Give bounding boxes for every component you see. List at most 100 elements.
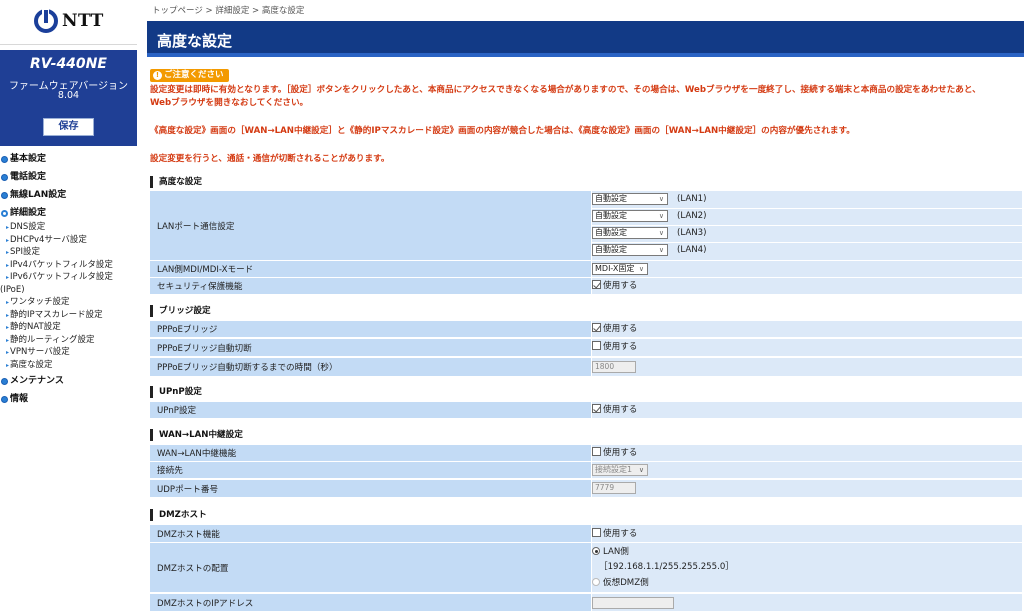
- nav-sub-label: IPv6パケットフィルタ設定: [10, 272, 113, 282]
- select-value: 自動設定: [595, 194, 627, 203]
- checkbox-icon: [592, 341, 601, 350]
- checkbox-label: 使用する: [603, 324, 638, 334]
- checkbox-label: 使用する: [603, 281, 638, 291]
- nav-dhcpv4[interactable]: ▸ DHCPv4サーバ設定: [0, 234, 137, 247]
- nav-ipv4-filter[interactable]: ▸ IPv4パケットフィルタ設定: [0, 259, 137, 272]
- nav-one-touch[interactable]: ▸ ワンタッチ設定: [0, 296, 137, 309]
- row-dmz-func: DMZホスト機能: [150, 525, 1022, 542]
- lan3-tag: (LAN3): [677, 228, 707, 238]
- udp-port-label: UDPポート番号: [150, 480, 591, 497]
- pppoe-bridge-label: PPPoEブリッジ: [150, 321, 591, 337]
- nav-sub-label: DHCPv4サーバ設定: [10, 234, 87, 245]
- nav-phone-settings[interactable]: 電話設定: [0, 171, 137, 184]
- section-dmz-heading: DMZホスト: [150, 509, 207, 521]
- radio-selected-icon: [592, 547, 600, 555]
- section-upnp-heading: UPnP設定: [150, 386, 202, 398]
- upnp-checkbox[interactable]: 使用する: [592, 404, 637, 416]
- lan3-select[interactable]: 自動設定 ∨: [592, 227, 668, 239]
- notice-line-4: 設定変更を行うと、通話・通信が切断されることがあります。: [150, 154, 390, 164]
- nav-label: 情報: [10, 394, 29, 404]
- lan1-tag: (LAN1): [677, 194, 707, 204]
- nav-detail-settings[interactable]: 詳細設定: [0, 207, 137, 220]
- row-wan-func: WAN→LAN中継機能: [150, 445, 1022, 461]
- pppoe-time-label: PPPoEブリッジ自動切断するまでの時間（秒）: [150, 358, 591, 376]
- nav-label: メンテナンス: [10, 376, 64, 386]
- chevron-down-icon: ∨: [658, 246, 664, 254]
- row-upnp: UPnP設定: [150, 402, 1022, 418]
- nav-static-routing[interactable]: ▸ 静的ルーティング設定: [0, 334, 137, 347]
- chevron-down-icon: ∨: [638, 265, 644, 273]
- nav-advanced[interactable]: ▸ 高度な設定: [0, 359, 137, 372]
- row-dmz-ip: DMZホストのIPアドレス: [150, 594, 1022, 611]
- pppoe-time-input[interactable]: 1800: [592, 361, 636, 373]
- dmz-func-label: DMZホスト機能: [150, 525, 591, 542]
- dmz-virtual-radio[interactable]: 仮想DMZ側: [592, 577, 649, 589]
- security-checkbox[interactable]: 使用する: [592, 280, 637, 292]
- notice-line-2: Webブラウザを開きなおしてください。: [150, 98, 309, 108]
- mdi-label: LAN側MDI/MDI-Xモード: [150, 261, 591, 277]
- pppoe-bridge-checkbox[interactable]: 使用する: [592, 323, 637, 335]
- info-icon: !: [153, 71, 162, 80]
- main-content: トップページ > 詳細設定 > 高度な設定 高度な設定 ! ご注意ください 設定変…: [147, 0, 1024, 615]
- nav-static-ip-masq[interactable]: ▸ 静的IPマスカレード設定: [0, 309, 137, 322]
- nav-ipv6-filter-cont[interactable]: (IPoE): [0, 284, 137, 297]
- bullet-icon: [1, 378, 8, 385]
- wan-func-checkbox[interactable]: 使用する: [592, 447, 637, 459]
- lan4-tag: (LAN4): [677, 245, 707, 255]
- mdi-value: [592, 261, 1022, 277]
- nav-sub-label: 高度な設定: [10, 359, 53, 370]
- checkbox-checked-icon: [592, 404, 601, 413]
- dmz-lan-radio[interactable]: LAN側: [592, 546, 629, 558]
- pppoe-auto-cut-label: PPPoEブリッジ自動切断: [150, 339, 591, 356]
- pppoe-auto-cut-checkbox[interactable]: 使用する: [592, 341, 637, 353]
- checkbox-label: 使用する: [603, 342, 638, 352]
- wan-dest-select[interactable]: 接続設定1 ∨: [592, 464, 648, 476]
- nav-basic-settings[interactable]: 基本設定: [0, 153, 137, 166]
- lan4-select[interactable]: 自動設定 ∨: [592, 244, 668, 256]
- model-info: RV-440NE ファームウェアバージョン 8.04 保存: [0, 50, 137, 146]
- nav-sub-label: ワンタッチ設定: [10, 297, 70, 307]
- upnp-label: UPnP設定: [150, 402, 591, 418]
- mdi-select[interactable]: MDI-X固定 ∨: [592, 263, 648, 275]
- lan1-select[interactable]: 自動設定 ∨: [592, 193, 668, 205]
- udp-port-input[interactable]: 7779: [592, 482, 636, 494]
- nav-ipv6-filter[interactable]: ▸ IPv6パケットフィルタ設定: [0, 271, 137, 284]
- chevron-down-icon: ∨: [658, 195, 664, 203]
- nav-label: 詳細設定: [10, 208, 47, 218]
- nav-maintenance[interactable]: メンテナンス: [0, 375, 137, 388]
- dmz-ip-input[interactable]: [592, 597, 674, 609]
- row-dmz-place: DMZホストの配置: [150, 543, 1022, 592]
- page-title: 高度な設定: [157, 32, 233, 50]
- nav-sub-label: IPv4パケットフィルタ設定: [10, 259, 113, 270]
- triangle-icon: ▸: [6, 361, 10, 369]
- nav-info[interactable]: 情報: [0, 393, 137, 406]
- radio-label: LAN側: [603, 547, 629, 557]
- save-button[interactable]: 保存: [43, 118, 94, 136]
- firmware-version: 8.04: [57, 90, 80, 101]
- nav-wlan-settings[interactable]: 無線LAN設定: [0, 189, 137, 202]
- bullet-icon: [1, 192, 8, 199]
- nav-static-nat[interactable]: ▸ 静的NAT設定: [0, 321, 137, 334]
- row-divider: [592, 208, 1022, 209]
- nav-label: 基本設定: [10, 154, 47, 164]
- bullet-icon: [1, 174, 8, 181]
- model-name: RV-440NE: [30, 56, 107, 72]
- udp-port-value: [592, 480, 1022, 497]
- upnp-value: [592, 402, 1022, 418]
- nav-sub-label: VPNサーバ設定: [10, 347, 70, 357]
- detail-submenu: ▸ DNS設定 ▸ DHCPv4サーバ設定 ▸ SPI設定 ▸ IPv4パケットフィルタ…: [0, 221, 137, 371]
- sidebar: NTT RV-440NE ファームウェアバージョン 8.04 保存 基本設定 電…: [0, 0, 137, 615]
- wan-func-label: WAN→LAN中継機能: [150, 445, 591, 461]
- logo: NTT: [0, 0, 137, 45]
- nav-sub-label: DNS設定: [10, 222, 46, 232]
- section-wan-heading: WAN→LAN中継設定: [150, 429, 243, 441]
- checkbox-label: 使用する: [603, 529, 638, 539]
- lan2-select[interactable]: 自動設定 ∨: [592, 210, 668, 222]
- nav-vpn-server[interactable]: ▸ VPNサーバ設定: [0, 346, 137, 359]
- nav-spi[interactable]: ▸ SPI設定: [0, 246, 137, 259]
- notice-line-3: 《高度な設定》画面の［WAN→LAN中継設定］と《静的IPマスカレード設定》画面…: [150, 126, 855, 136]
- dmz-func-checkbox[interactable]: 使用する: [592, 528, 637, 540]
- lan-port-label: LANポート通信設定: [150, 191, 591, 260]
- nav-dns[interactable]: ▸ DNS設定: [0, 221, 137, 234]
- row-wan-dest: 接続先: [150, 462, 1022, 478]
